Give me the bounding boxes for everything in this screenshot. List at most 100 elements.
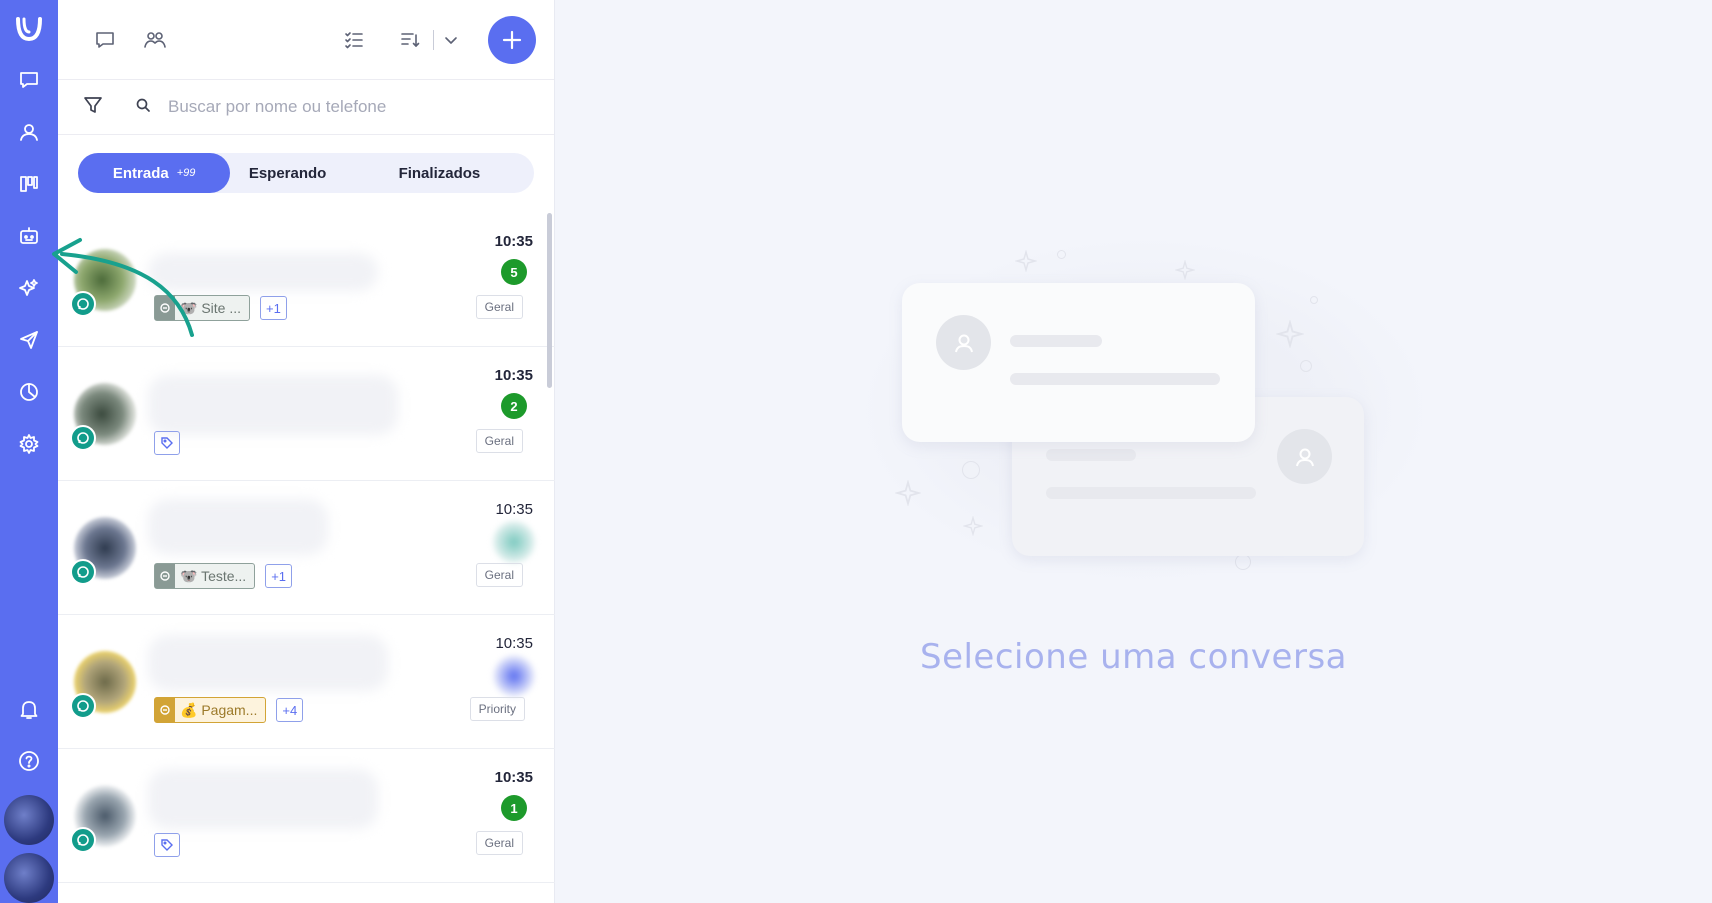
queue-label: Geral	[475, 831, 523, 855]
tab-esperando[interactable]: Esperando	[230, 153, 345, 193]
message-time: 10:35	[495, 635, 533, 652]
contact-name-blurred	[148, 769, 378, 829]
contact-name-blurred	[148, 253, 378, 291]
queue-label: Geral	[475, 563, 523, 587]
sparkles-icon[interactable]	[9, 268, 49, 308]
decor-circle	[962, 461, 980, 479]
tab-label: Entrada	[112, 164, 169, 182]
tag-group: 🐨 Teste... +1	[154, 563, 293, 589]
contact-icon[interactable]	[9, 112, 49, 152]
tag-label: 🐨 Teste...	[180, 567, 247, 584]
placeholder-avatar	[936, 315, 991, 370]
contact-name-blurred	[148, 499, 328, 555]
tab-finalizados[interactable]: Finalizados	[345, 153, 534, 193]
sort-icon[interactable]	[393, 23, 427, 57]
tag-icon	[161, 437, 173, 449]
filter-icon[interactable]	[82, 94, 104, 121]
placeholder-line	[1010, 373, 1220, 385]
chat-icon[interactable]	[9, 60, 49, 100]
search-input[interactable]	[168, 97, 498, 117]
add-tag-button[interactable]	[154, 833, 180, 857]
placeholder-line	[1046, 487, 1256, 499]
status-tabs: Entrada +99 Esperando Finalizados	[78, 153, 534, 193]
tab-label: Esperando	[248, 164, 327, 182]
placeholder-line	[1010, 335, 1102, 347]
nav-rail	[0, 0, 58, 903]
add-tag-button[interactable]	[154, 431, 180, 455]
decor-circle	[1235, 554, 1251, 570]
contact-name-blurred	[148, 635, 388, 691]
conversation-view-empty: Selecione uma conversa	[555, 0, 1712, 903]
tag-chip[interactable]: 💰 Pagam...	[154, 697, 267, 723]
toolbar-separator	[433, 29, 434, 50]
tag-chip[interactable]: 🐨 Teste...	[154, 563, 256, 589]
conversations-icon[interactable]	[88, 23, 122, 57]
more-tags-badge[interactable]: +4	[276, 698, 304, 722]
kanban-icon[interactable]	[9, 164, 49, 204]
unread-badge-blurred	[493, 521, 535, 563]
list-item[interactable]: 10:35 2 Geral	[58, 347, 555, 481]
more-tags-badge[interactable]: +1	[260, 296, 287, 320]
unread-badge: 1	[501, 795, 527, 821]
reports-icon[interactable]	[9, 372, 49, 412]
workspace-avatar[interactable]	[4, 795, 54, 845]
contact-name-blurred	[148, 375, 398, 435]
sparkle-icon	[962, 515, 984, 541]
tab-entrada[interactable]: Entrada +99	[78, 153, 231, 193]
user-avatar[interactable]	[4, 853, 54, 903]
empty-state-illustration	[815, 220, 1435, 600]
whatsapp-icon	[70, 291, 96, 317]
list-item[interactable]: 10:35 1 Geral	[58, 749, 555, 883]
tag-type-icon	[155, 296, 175, 320]
list-item[interactable]: 10:35 💰 Pagam... +4 Priority	[58, 615, 555, 749]
whatsapp-icon	[70, 827, 96, 853]
help-icon[interactable]	[9, 741, 49, 781]
search-icon	[134, 96, 152, 119]
queue-label: Geral	[475, 429, 523, 453]
new-conversation-button[interactable]	[488, 15, 536, 64]
tag-icon	[161, 839, 173, 851]
conversation-list: 10:35 5 🐨 Site ... +1 Geral 10:35 2 Gera…	[58, 213, 555, 883]
decor-circle	[1310, 296, 1318, 304]
app-window: Entrada +99 Esperando Finalizados 10:35 …	[0, 0, 1712, 903]
sparkle-icon	[1174, 259, 1196, 285]
bot-icon[interactable]	[9, 216, 49, 256]
decor-circle	[1057, 250, 1066, 259]
logo-icon[interactable]	[9, 8, 49, 48]
plus-icon	[502, 30, 522, 49]
tag-group: 💰 Pagam... +4	[154, 697, 304, 723]
placeholder-avatar	[1277, 429, 1332, 484]
sparkle-icon	[1275, 319, 1305, 353]
unread-badge: 2	[501, 393, 527, 419]
conversation-panel: Entrada +99 Esperando Finalizados 10:35 …	[58, 0, 555, 903]
queue-label: Priority	[469, 697, 525, 721]
user-silhouette-icon	[954, 334, 973, 352]
tag-type-icon	[155, 698, 175, 722]
message-time: 10:35	[494, 769, 533, 786]
unread-badge-blurred	[493, 655, 535, 697]
sparkle-icon	[894, 479, 922, 511]
whatsapp-icon	[70, 425, 96, 451]
list-item[interactable]: 10:35 🐨 Teste... +1 Geral	[58, 481, 555, 615]
bell-icon[interactable]	[9, 689, 49, 729]
unread-badge: 5	[501, 259, 527, 285]
user-silhouette-icon	[1295, 448, 1314, 466]
placeholder-line	[1046, 449, 1136, 461]
tag-group: 🐨 Site ... +1	[154, 295, 287, 321]
groups-icon[interactable]	[138, 23, 172, 57]
list-scrollbar[interactable]	[547, 213, 552, 388]
settings-icon[interactable]	[9, 424, 49, 464]
whatsapp-icon	[70, 693, 96, 719]
send-icon[interactable]	[9, 320, 49, 360]
more-tags-badge[interactable]: +1	[265, 564, 293, 588]
checklist-icon[interactable]	[337, 23, 371, 57]
tag-chip[interactable]: 🐨 Site ...	[154, 295, 251, 321]
placeholder-card-front	[902, 283, 1255, 442]
list-item[interactable]: 10:35 5 🐨 Site ... +1 Geral	[58, 213, 555, 347]
message-time: 10:35	[494, 367, 533, 384]
sparkle-icon	[1014, 249, 1038, 277]
panel-toolbar	[58, 0, 554, 80]
chevron-down-icon[interactable]	[440, 23, 462, 57]
decor-circle	[1300, 360, 1312, 372]
message-time: 10:35	[495, 501, 533, 518]
